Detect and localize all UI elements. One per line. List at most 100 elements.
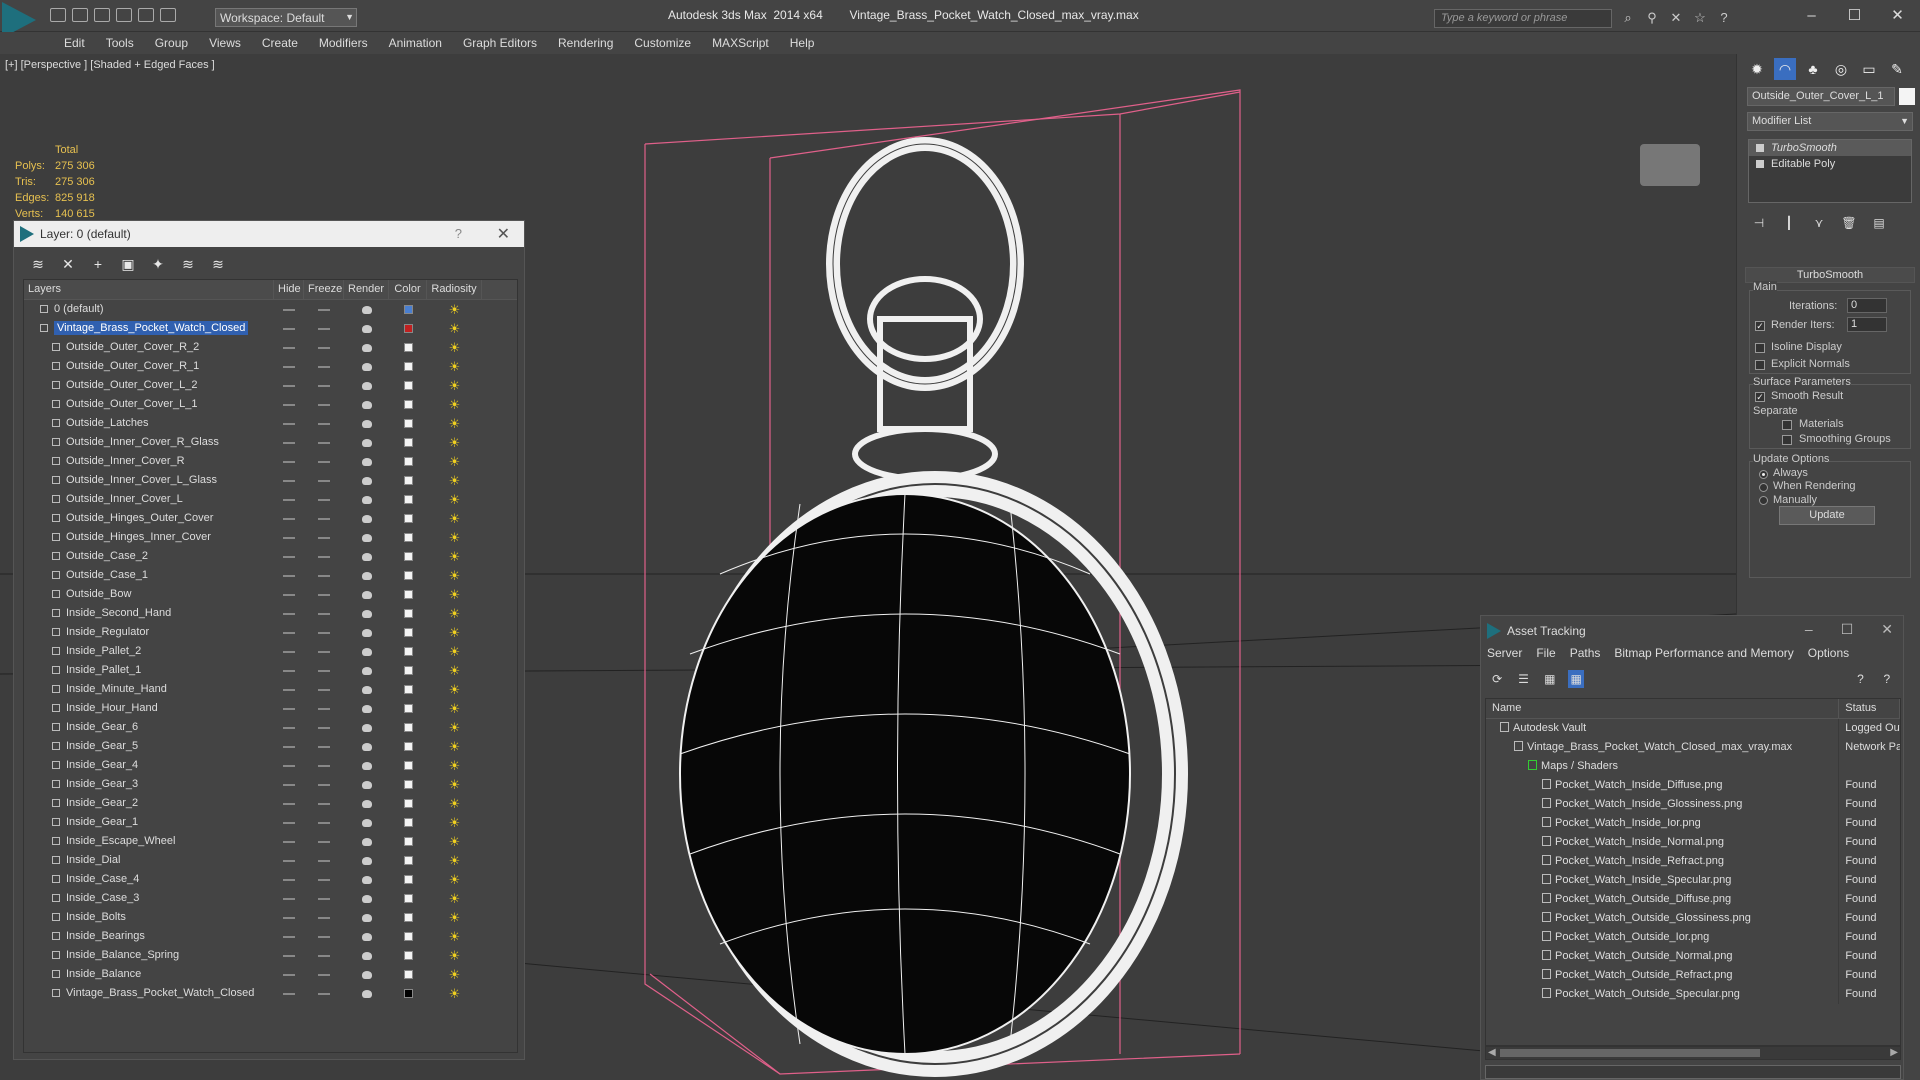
teapot-icon[interactable]	[361, 989, 372, 998]
subscription-icon[interactable]: ⚲	[1644, 10, 1660, 26]
radiosity-sun-icon[interactable]: ☀	[448, 644, 462, 659]
radiosity-sun-icon[interactable]: ☀	[448, 796, 462, 811]
teapot-icon[interactable]	[361, 533, 372, 542]
table-view-icon[interactable]: ▦	[1567, 670, 1585, 688]
radiosity-sun-icon[interactable]: ☀	[448, 492, 462, 507]
object-row[interactable]: Inside_Pallet_2 ☀	[24, 642, 517, 661]
save-icon[interactable]	[94, 8, 110, 22]
teapot-icon[interactable]	[361, 438, 372, 447]
hide-toggle[interactable]	[283, 403, 295, 406]
hide-toggle[interactable]	[283, 916, 295, 919]
radiosity-sun-icon[interactable]: ☀	[448, 321, 462, 336]
asset-menu-file[interactable]: File	[1536, 646, 1555, 666]
object-row[interactable]: Inside_Bearings ☀	[24, 927, 517, 946]
teapot-icon[interactable]	[361, 704, 372, 713]
hide-toggle[interactable]	[283, 308, 295, 311]
hide-toggle[interactable]	[283, 897, 295, 900]
column-status[interactable]: Status	[1839, 699, 1900, 718]
menu-help[interactable]: Help	[781, 32, 827, 54]
list-view-icon[interactable]: ☰	[1515, 670, 1531, 688]
teapot-icon[interactable]	[361, 761, 372, 770]
teapot-icon[interactable]	[361, 400, 372, 409]
hide-toggle[interactable]	[283, 460, 295, 463]
radiosity-sun-icon[interactable]: ☀	[448, 777, 462, 792]
freeze-toggle[interactable]	[318, 574, 330, 577]
teapot-icon[interactable]	[361, 970, 372, 979]
layer-color-swatch[interactable]	[403, 704, 413, 713]
layer-color-swatch[interactable]	[403, 799, 413, 808]
freeze-toggle[interactable]	[318, 327, 330, 330]
layer-color-swatch[interactable]	[403, 837, 413, 846]
layer-row[interactable]: Vintage_Brass_Pocket_Watch_Closed ☀	[24, 319, 517, 338]
hide-toggle[interactable]	[283, 973, 295, 976]
freeze-all-icon[interactable]: ≋	[208, 255, 228, 273]
hide-toggle[interactable]	[283, 650, 295, 653]
layer-color-swatch[interactable]	[403, 723, 413, 732]
teapot-icon[interactable]	[361, 362, 372, 371]
teapot-icon[interactable]	[361, 476, 372, 485]
freeze-toggle[interactable]	[318, 593, 330, 596]
radiosity-sun-icon[interactable]: ☀	[448, 853, 462, 868]
layer-color-swatch[interactable]	[403, 571, 413, 580]
asset-menu-bitmap[interactable]: Bitmap Performance and Memory	[1614, 646, 1793, 666]
radiosity-sun-icon[interactable]: ☀	[448, 758, 462, 773]
radiosity-sun-icon[interactable]: ☀	[448, 701, 462, 716]
delete-layer-icon[interactable]: ✕	[58, 255, 78, 273]
layer-color-swatch[interactable]	[403, 438, 413, 447]
teapot-icon[interactable]	[361, 571, 372, 580]
hide-toggle[interactable]	[283, 517, 295, 520]
render-iters-checkbox[interactable]: ✓	[1755, 321, 1765, 331]
help-icon[interactable]: ?	[455, 226, 462, 241]
menu-customize[interactable]: Customize	[625, 32, 703, 54]
menu-views[interactable]: Views	[200, 32, 253, 54]
object-row[interactable]: Outside_Inner_Cover_R ☀	[24, 452, 517, 471]
hide-toggle[interactable]	[283, 726, 295, 729]
hide-toggle[interactable]	[283, 840, 295, 843]
binoculars-icon[interactable]: ⌕	[1620, 10, 1636, 26]
radiosity-sun-icon[interactable]: ☀	[448, 948, 462, 963]
teapot-icon[interactable]	[361, 875, 372, 884]
close-icon[interactable]: ✕	[1881, 621, 1893, 638]
update-button[interactable]: Update	[1779, 506, 1875, 525]
scroll-left-icon[interactable]: ◀	[1488, 1047, 1496, 1058]
create-tab-icon[interactable]: ✹	[1746, 58, 1768, 80]
object-row[interactable]: Outside_Outer_Cover_R_2 ☀	[24, 338, 517, 357]
hide-toggle[interactable]	[283, 802, 295, 805]
hide-toggle[interactable]	[283, 498, 295, 501]
radiosity-sun-icon[interactable]: ☀	[448, 473, 462, 488]
layer-color-swatch[interactable]	[403, 590, 413, 599]
teapot-icon[interactable]	[361, 799, 372, 808]
object-row[interactable]: Outside_Outer_Cover_R_1 ☀	[24, 357, 517, 376]
teapot-icon[interactable]	[361, 324, 372, 333]
hide-toggle[interactable]	[283, 954, 295, 957]
thumbnail-view-icon[interactable]: ▦	[1542, 670, 1558, 688]
teapot-icon[interactable]	[361, 514, 372, 523]
object-row[interactable]: Inside_Gear_1 ☀	[24, 813, 517, 832]
layer-color-swatch[interactable]	[403, 818, 413, 827]
remove-modifier-icon[interactable]: 🗑	[1841, 216, 1857, 232]
explicit-normals-checkbox[interactable]	[1755, 360, 1765, 370]
freeze-toggle[interactable]	[318, 403, 330, 406]
asset-row[interactable]: Pocket_Watch_Inside_Specular.png Found	[1486, 871, 1900, 890]
menu-rendering[interactable]: Rendering	[549, 32, 625, 54]
layer-color-swatch[interactable]	[403, 609, 413, 618]
teapot-icon[interactable]	[361, 381, 372, 390]
radiosity-sun-icon[interactable]: ☀	[448, 378, 462, 393]
maximize-icon[interactable]: ☐	[1841, 621, 1854, 638]
asset-row[interactable]: Pocket_Watch_Outside_Glossiness.png Found	[1486, 909, 1900, 928]
when-rendering-radio[interactable]	[1759, 483, 1768, 492]
hide-toggle[interactable]	[283, 783, 295, 786]
object-row[interactable]: Inside_Gear_4 ☀	[24, 756, 517, 775]
layer-color-swatch[interactable]	[403, 362, 413, 371]
freeze-toggle[interactable]	[318, 460, 330, 463]
layer-color-swatch[interactable]	[403, 685, 413, 694]
maximize-icon[interactable]: ☐	[1833, 4, 1876, 28]
object-row[interactable]: Outside_Outer_Cover_L_2 ☀	[24, 376, 517, 395]
hide-toggle[interactable]	[283, 878, 295, 881]
freeze-toggle[interactable]	[318, 897, 330, 900]
freeze-toggle[interactable]	[318, 498, 330, 501]
radiosity-sun-icon[interactable]: ☀	[448, 397, 462, 412]
layer-color-swatch[interactable]	[403, 343, 413, 352]
object-name-field[interactable]: Outside_Outer_Cover_L_1	[1747, 87, 1895, 106]
layer-color-swatch[interactable]	[403, 495, 413, 504]
